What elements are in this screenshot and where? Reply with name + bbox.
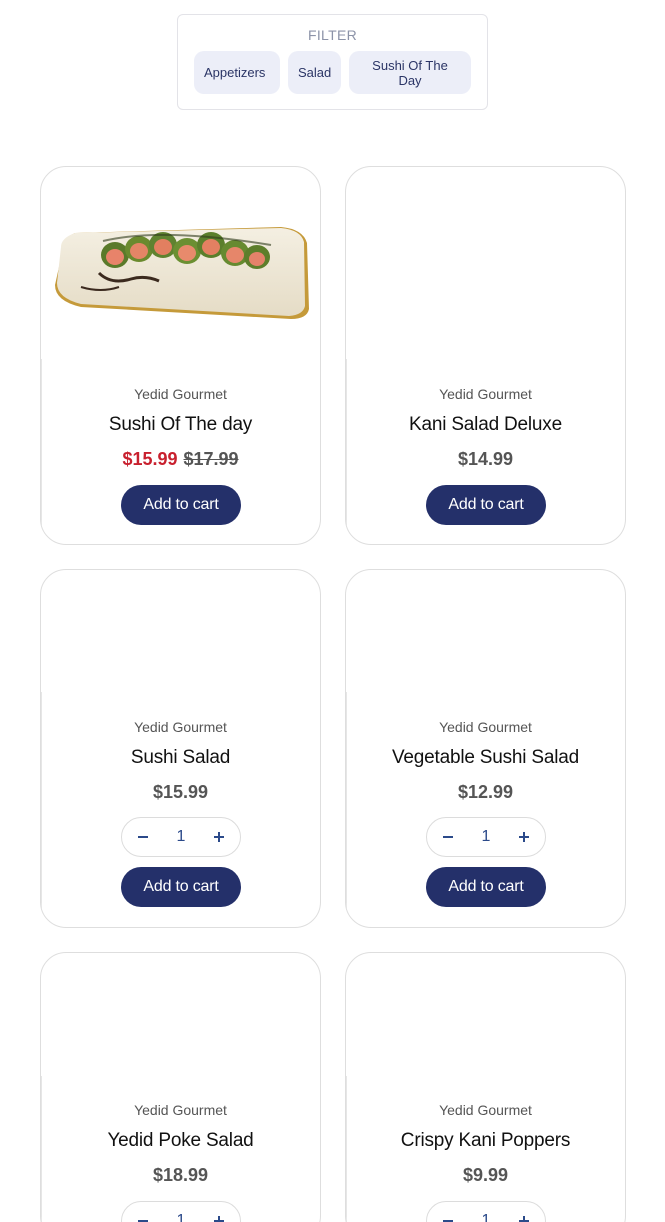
quantity-value[interactable]: 1: [177, 1212, 186, 1222]
product-price: $15.99 $17.99: [41, 449, 320, 470]
add-to-cart-button[interactable]: Add to cart: [121, 485, 241, 525]
product-price: $12.99: [346, 782, 625, 803]
filter-chip-salad[interactable]: Salad: [288, 51, 341, 94]
product-price: $14.99: [346, 449, 625, 470]
price-value: $9.99: [462, 1165, 509, 1185]
quantity-stepper: 1: [426, 817, 546, 857]
filter-chips: Appetizers Salad Sushi Of The Day: [194, 51, 471, 94]
product-card: Yedid Gourmet Kani Salad Deluxe $14.99 A…: [345, 166, 626, 545]
product-card: Yedid Gourmet Sushi Salad $15.99 1 Add t…: [40, 569, 321, 928]
price-value: $15.99: [152, 782, 209, 802]
sushi-platter-image[interactable]: [41, 167, 320, 367]
product-name[interactable]: Vegetable Sushi Salad: [346, 747, 625, 769]
plus-icon[interactable]: [517, 830, 531, 844]
product-card: Yedid Gourmet Sushi Of The day $15.99 $17…: [40, 166, 321, 545]
product-card: Yedid Gourmet Crispy Kani Poppers $9.99 …: [345, 952, 626, 1222]
product-brand: Yedid Gourmet: [439, 1102, 532, 1118]
price-value: $18.99: [152, 1165, 209, 1185]
price-value: $14.99: [457, 449, 514, 469]
add-to-cart-button[interactable]: Add to cart: [426, 867, 546, 907]
product-card: Yedid Gourmet Yedid Poke Salad $18.99 1: [40, 952, 321, 1222]
add-to-cart-button[interactable]: Add to cart: [121, 867, 241, 907]
quantity-value[interactable]: 1: [482, 1212, 491, 1222]
filter-title: FILTER: [308, 27, 357, 43]
product-card: Yedid Gourmet Vegetable Sushi Salad $12.…: [345, 569, 626, 928]
plus-icon[interactable]: [517, 1214, 531, 1222]
product-price: $15.99: [41, 782, 320, 803]
product-name[interactable]: Crispy Kani Poppers: [346, 1130, 625, 1152]
product-image-placeholder[interactable]: [41, 953, 320, 1083]
product-brand: Yedid Gourmet: [134, 719, 227, 735]
filter-chip-sushi-of-the-day[interactable]: Sushi Of The Day: [349, 51, 471, 94]
product-brand: Yedid Gourmet: [439, 386, 532, 402]
minus-icon[interactable]: [441, 830, 455, 844]
quantity-value[interactable]: 1: [482, 828, 491, 846]
filter-panel: FILTER Appetizers Salad Sushi Of The Day: [177, 14, 488, 110]
product-image-placeholder[interactable]: [346, 570, 625, 700]
product-price: $18.99: [41, 1165, 320, 1186]
plus-icon[interactable]: [212, 830, 226, 844]
add-to-cart-button[interactable]: Add to cart: [426, 485, 546, 525]
product-name[interactable]: Sushi Salad: [41, 747, 320, 769]
product-brand: Yedid Gourmet: [439, 719, 532, 735]
plus-icon[interactable]: [212, 1214, 226, 1222]
sale-price: $15.99: [122, 449, 178, 469]
filter-chip-appetizers[interactable]: Appetizers: [194, 51, 280, 94]
product-brand: Yedid Gourmet: [134, 386, 227, 402]
product-image-placeholder[interactable]: [346, 167, 625, 367]
product-image-placeholder[interactable]: [346, 953, 625, 1083]
minus-icon[interactable]: [136, 1214, 150, 1222]
quantity-stepper: 1: [121, 817, 241, 857]
original-price: $17.99: [183, 449, 239, 469]
product-brand: Yedid Gourmet: [134, 1102, 227, 1118]
price-value: $12.99: [457, 782, 514, 802]
product-name[interactable]: Yedid Poke Salad: [41, 1130, 320, 1152]
quantity-value[interactable]: 1: [177, 828, 186, 846]
product-price: $9.99: [346, 1165, 625, 1186]
product-name[interactable]: Sushi Of The day: [41, 414, 320, 436]
quantity-stepper: 1: [121, 1201, 241, 1222]
product-name[interactable]: Kani Salad Deluxe: [346, 414, 625, 436]
quantity-stepper: 1: [426, 1201, 546, 1222]
minus-icon[interactable]: [136, 830, 150, 844]
product-image-placeholder[interactable]: [41, 570, 320, 700]
minus-icon[interactable]: [441, 1214, 455, 1222]
